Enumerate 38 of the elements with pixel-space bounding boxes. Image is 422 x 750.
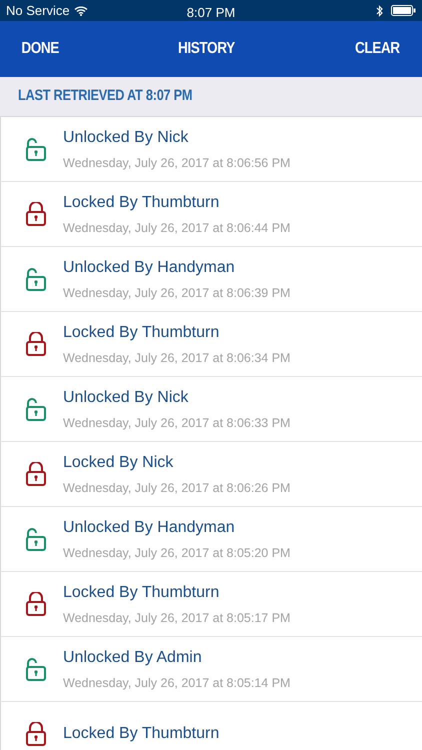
event-time: Wednesday, July 26, 2017 at 8:05:14 PM [63, 674, 290, 690]
event-time: Wednesday, July 26, 2017 at 8:05:17 PM [63, 610, 290, 626]
event-time: Wednesday, July 26, 2017 at 8:06:34 PM [63, 350, 290, 366]
event-time: Wednesday, July 26, 2017 at 8:06:26 PM [63, 480, 290, 496]
event-title: Unlocked By Nick [63, 388, 190, 408]
screen-title: HISTORY [178, 39, 236, 59]
event-time: Wednesday, July 26, 2017 at 8:06:33 PM [63, 414, 290, 430]
event-time: Wednesday, July 26, 2017 at 8:06:56 PM [63, 154, 290, 170]
bluetooth-icon [376, 4, 383, 16]
history-row[interactable]: Unlocked By Admin Wednesday, July 26, 2017 at 8:05:14 PM [0, 637, 422, 702]
event-title: Locked By Thumbturn [63, 322, 220, 342]
event-time: Wednesday, July 26, 2017 at 8:05:20 PM [63, 544, 290, 560]
history-row[interactable]: Locked By Thumbturn [0, 702, 422, 750]
history-row[interactable]: Unlocked By Nick Wednesday, July 26, 2017 at 8:06:56 PM [0, 117, 422, 182]
history-row[interactable]: Locked By Thumbturn Wednesday, July 26, 2017 at 8:06:34 PM [0, 312, 422, 377]
history-row[interactable]: Unlocked By Nick Wednesday, July 26, 2017 at 8:06:33 PM [0, 377, 422, 442]
carrier-text: No Service [6, 2, 70, 20]
history-row[interactable]: Locked By Nick Wednesday, July 26, 2017 at 8:06:26 PM [0, 442, 422, 507]
done-button[interactable]: DONE [21, 37, 59, 61]
event-title: Unlocked By Handyman [63, 518, 236, 538]
history-row[interactable]: Locked By Thumbturn Wednesday, July 26, 2017 at 8:05:17 PM [0, 572, 422, 637]
battery-icon [391, 5, 416, 16]
history-row[interactable]: Unlocked By Handyman Wednesday, July 26, 2017 at 8:06:39 PM [0, 247, 422, 312]
event-title: Unlocked By Nick [63, 128, 190, 148]
wifi-icon [74, 6, 88, 16]
history-row[interactable]: Locked By Thumbturn Wednesday, July 26, 2017 at 8:06:44 PM [0, 182, 422, 247]
event-time: Wednesday, July 26, 2017 at 8:06:44 PM [63, 220, 290, 236]
clock-text: 8:07 PM [186, 4, 236, 22]
event-title: Locked By Thumbturn [63, 724, 220, 744]
event-title: Unlocked By Admin [63, 648, 203, 668]
event-time: Wednesday, July 26, 2017 at 8:06:39 PM [63, 284, 290, 300]
history-row[interactable]: Unlocked By Handyman Wednesday, July 26, 2017 at 8:05:20 PM [0, 507, 422, 572]
event-title: Locked By Thumbturn [63, 582, 220, 602]
event-title: Locked By Nick [63, 452, 174, 472]
clear-button[interactable]: CLEAR [355, 37, 400, 61]
event-title: Locked By Thumbturn [63, 192, 220, 212]
section-header: LAST RETRIEVED AT 8:07 PM [18, 86, 192, 106]
event-title: Unlocked By Handyman [63, 258, 236, 278]
